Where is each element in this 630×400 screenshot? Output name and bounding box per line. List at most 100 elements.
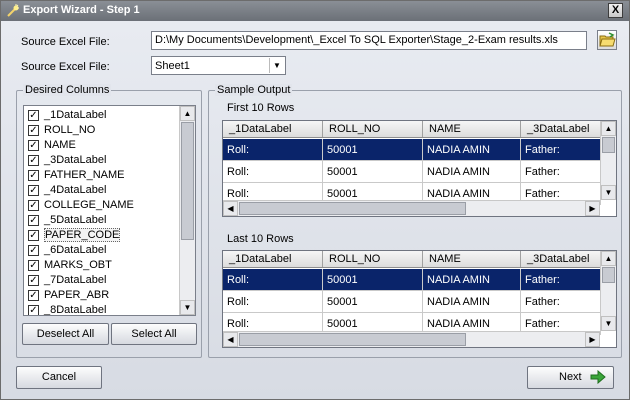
column-checkbox-item[interactable]: ✓ _5DataLabel — [24, 213, 179, 228]
column-header[interactable]: _1DataLabel — [223, 251, 323, 267]
table-cell: 50001 — [323, 269, 423, 290]
desired-columns-scrollbar[interactable]: ▲ ▼ — [179, 106, 195, 315]
close-button[interactable]: X — [608, 3, 623, 18]
checkbox-icon[interactable]: ✓ — [28, 155, 39, 166]
table-row[interactable]: Roll: 50001 NADIA AMIN Father: — [223, 161, 601, 183]
column-label: _3DataLabel — [44, 154, 107, 166]
sheet-select[interactable]: Sheet1 ▼ — [151, 56, 286, 75]
column-checkbox-item[interactable]: ✓ _6DataLabel — [24, 243, 179, 258]
column-label: _1DataLabel — [44, 109, 107, 121]
column-checkbox-item[interactable]: ✓ PAPER_CODE — [24, 228, 179, 243]
arrow-right-icon — [590, 370, 606, 384]
checkbox-icon[interactable]: ✓ — [28, 215, 39, 226]
scroll-thumb[interactable] — [602, 267, 615, 283]
table-cell: Father: — [521, 139, 601, 160]
scroll-down-icon[interactable]: ▼ — [601, 185, 616, 200]
checkbox-icon[interactable]: ✓ — [28, 170, 39, 181]
column-label: PAPER_CODE — [44, 228, 121, 242]
sheet-label: Source Excel File: — [21, 61, 110, 73]
last-rows-label: Last 10 Rows — [227, 233, 294, 245]
checkbox-icon[interactable]: ✓ — [28, 185, 39, 196]
column-checkbox-item[interactable]: ✓ COLLEGE_NAME — [24, 198, 179, 213]
column-header[interactable]: ROLL_NO — [323, 121, 423, 137]
table-cell: Roll: — [223, 269, 323, 290]
scroll-thumb[interactable] — [239, 202, 466, 215]
column-header[interactable]: ROLL_NO — [323, 251, 423, 267]
browse-button[interactable] — [597, 30, 617, 50]
column-header[interactable]: NAME — [423, 251, 521, 267]
column-header[interactable]: _3DataLabel — [521, 251, 601, 267]
table-cell: Roll: — [223, 139, 323, 160]
last-grid-vscrollbar[interactable]: ▲ ▼ — [600, 251, 616, 331]
column-checkbox-item[interactable]: ✓ _7DataLabel — [24, 273, 179, 288]
desired-columns-list[interactable]: ✓ _1DataLabel ✓ ROLL_NO ✓ NAME ✓ _3DataLabel ✓ FA… — [23, 105, 196, 316]
table-cell: Father: — [521, 161, 601, 182]
desired-columns-legend: Desired Columns — [23, 84, 112, 96]
scroll-up-icon[interactable]: ▲ — [180, 106, 195, 121]
sheet-select-value: Sheet1 — [155, 60, 190, 72]
scroll-left-icon[interactable]: ◀ — [223, 201, 238, 216]
column-checkbox-item[interactable]: ✓ _4DataLabel — [24, 183, 179, 198]
scroll-down-icon[interactable]: ▼ — [180, 300, 195, 315]
column-checkbox-item[interactable]: ✓ _1DataLabel — [24, 108, 179, 123]
last-rows-grid[interactable]: _1DataLabel ROLL_NO NAME _3DataLabel Roll: 5… — [222, 250, 617, 348]
last-grid-hscrollbar[interactable]: ◀ ▶ — [223, 331, 600, 347]
cancel-button[interactable]: Cancel — [16, 366, 102, 389]
sample-output-group: Sample Output First 10 Rows _1DataLabel R… — [208, 84, 622, 358]
column-label: ROLL_NO — [44, 124, 96, 136]
checkbox-icon[interactable]: ✓ — [28, 230, 39, 241]
scroll-right-icon[interactable]: ▶ — [585, 332, 600, 347]
table-cell: 50001 — [323, 161, 423, 182]
checkbox-icon[interactable]: ✓ — [28, 140, 39, 151]
table-row[interactable]: Roll: 50001 NADIA AMIN Father: — [223, 291, 601, 313]
column-header[interactable]: _1DataLabel — [223, 121, 323, 137]
window-title: Export Wizard - Step 1 — [23, 4, 140, 16]
checkbox-icon[interactable]: ✓ — [28, 260, 39, 271]
scroll-right-icon[interactable]: ▶ — [585, 201, 600, 216]
checkbox-icon[interactable]: ✓ — [28, 125, 39, 136]
column-header[interactable]: NAME — [423, 121, 521, 137]
close-icon: X — [611, 4, 620, 16]
next-button[interactable]: Next — [527, 366, 614, 389]
column-label: _8DataLabel — [44, 304, 107, 316]
table-cell: 50001 — [323, 291, 423, 312]
column-label: _6DataLabel — [44, 244, 107, 256]
table-cell: NADIA AMIN — [423, 161, 521, 182]
table-cell: 50001 — [323, 139, 423, 160]
checkbox-icon[interactable]: ✓ — [28, 290, 39, 301]
table-cell: Roll: — [223, 161, 323, 182]
column-label: _7DataLabel — [44, 274, 107, 286]
first-grid-hscrollbar[interactable]: ◀ ▶ — [223, 200, 600, 216]
table-row[interactable]: Roll: 50001 NADIA AMIN Father: — [223, 269, 601, 291]
open-folder-icon — [599, 32, 616, 47]
column-checkbox-item[interactable]: ✓ _3DataLabel — [24, 153, 179, 168]
chevron-down-icon[interactable]: ▼ — [269, 58, 284, 73]
select-all-button[interactable]: Select All — [111, 323, 197, 345]
scroll-up-icon[interactable]: ▲ — [601, 121, 616, 136]
scroll-down-icon[interactable]: ▼ — [601, 316, 616, 331]
column-checkbox-item[interactable]: ✓ NAME — [24, 138, 179, 153]
first-grid-vscrollbar[interactable]: ▲ ▼ — [600, 121, 616, 200]
checkbox-icon[interactable]: ✓ — [28, 305, 39, 315]
column-header[interactable]: _3DataLabel — [521, 121, 601, 137]
first-rows-label: First 10 Rows — [227, 102, 295, 114]
column-checkbox-item[interactable]: ✓ FATHER_NAME — [24, 168, 179, 183]
title-bar[interactable]: Export Wizard - Step 1 X — [1, 1, 629, 21]
scroll-thumb[interactable] — [239, 333, 466, 346]
column-checkbox-item[interactable]: ✓ PAPER_ABR — [24, 288, 179, 303]
checkbox-icon[interactable]: ✓ — [28, 110, 39, 121]
checkbox-icon[interactable]: ✓ — [28, 275, 39, 286]
column-checkbox-item[interactable]: ✓ ROLL_NO — [24, 123, 179, 138]
checkbox-icon[interactable]: ✓ — [28, 245, 39, 256]
table-row[interactable]: Roll: 50001 NADIA AMIN Father: — [223, 139, 601, 161]
scroll-thumb[interactable] — [181, 122, 194, 240]
first-rows-grid[interactable]: _1DataLabel ROLL_NO NAME _3DataLabel Roll: 5… — [222, 120, 617, 217]
scroll-up-icon[interactable]: ▲ — [601, 251, 616, 266]
scroll-left-icon[interactable]: ◀ — [223, 332, 238, 347]
column-checkbox-item[interactable]: ✓ MARKS_OBT — [24, 258, 179, 273]
deselect-all-button[interactable]: Deselect All — [22, 323, 109, 345]
checkbox-icon[interactable]: ✓ — [28, 200, 39, 211]
scroll-thumb[interactable] — [602, 137, 615, 153]
source-file-input[interactable]: D:\My Documents\Development\_Excel To SQ… — [151, 31, 587, 50]
column-checkbox-item[interactable]: ✓ _8DataLabel — [24, 303, 179, 316]
